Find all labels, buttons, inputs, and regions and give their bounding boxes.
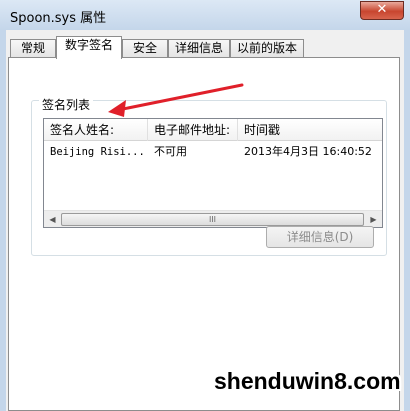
close-button[interactable]: ✕ [360,1,404,20]
tab-security[interactable]: 安全 [122,39,168,58]
signatures-tab-panel: 签名列表 签名人姓名: 电子邮件地址: 时间戳 Beijing Risi... … [8,57,400,411]
window-frame-right [404,30,410,411]
tab-general[interactable]: 常规 [10,39,56,58]
window-title: Spoon.sys 属性 [10,11,107,26]
watermark: shenduwin8.com [214,368,401,394]
signature-list-header: 签名人姓名: 电子邮件地址: 时间戳 [44,119,382,141]
cell-timestamp: 2013年4月3日 16:40:52 [244,145,372,158]
cell-email: 不可用 [154,145,187,158]
details-button[interactable]: 详细信息(D) [266,226,374,248]
scroll-thumb[interactable]: III [61,213,364,226]
scroll-left-icon[interactable]: ◀ [44,211,61,227]
signature-list-label: 签名列表 [39,96,94,113]
horizontal-scrollbar[interactable]: ◀ III ▶ [44,210,382,227]
cell-signer-name: Beijing Risi... [50,146,145,158]
tab-previous-versions[interactable]: 以前的版本 [230,39,304,58]
signature-list[interactable]: 签名人姓名: 电子邮件地址: 时间戳 Beijing Risi... 不可用 2… [43,118,383,228]
tab-digital-signatures[interactable]: 数字签名 [56,36,122,59]
dialog-client-area: 常规 数字签名 安全 详细信息 以前的版本 签名列表 签名人姓名: 电子邮件地址… [6,30,404,411]
column-signer-name[interactable]: 签名人姓名: [44,119,148,141]
table-row[interactable]: Beijing Risi... 不可用 2013年4月3日 16:40:52 [44,143,382,161]
tab-details[interactable]: 详细信息 [168,39,230,58]
title-bar[interactable]: Spoon.sys 属性 ✕ [0,0,410,30]
close-icon: ✕ [376,2,388,17]
column-email[interactable]: 电子邮件地址: [148,119,238,141]
column-timestamp[interactable]: 时间戳 [238,119,382,141]
tab-strip: 常规 数字签名 安全 详细信息 以前的版本 [6,36,404,59]
